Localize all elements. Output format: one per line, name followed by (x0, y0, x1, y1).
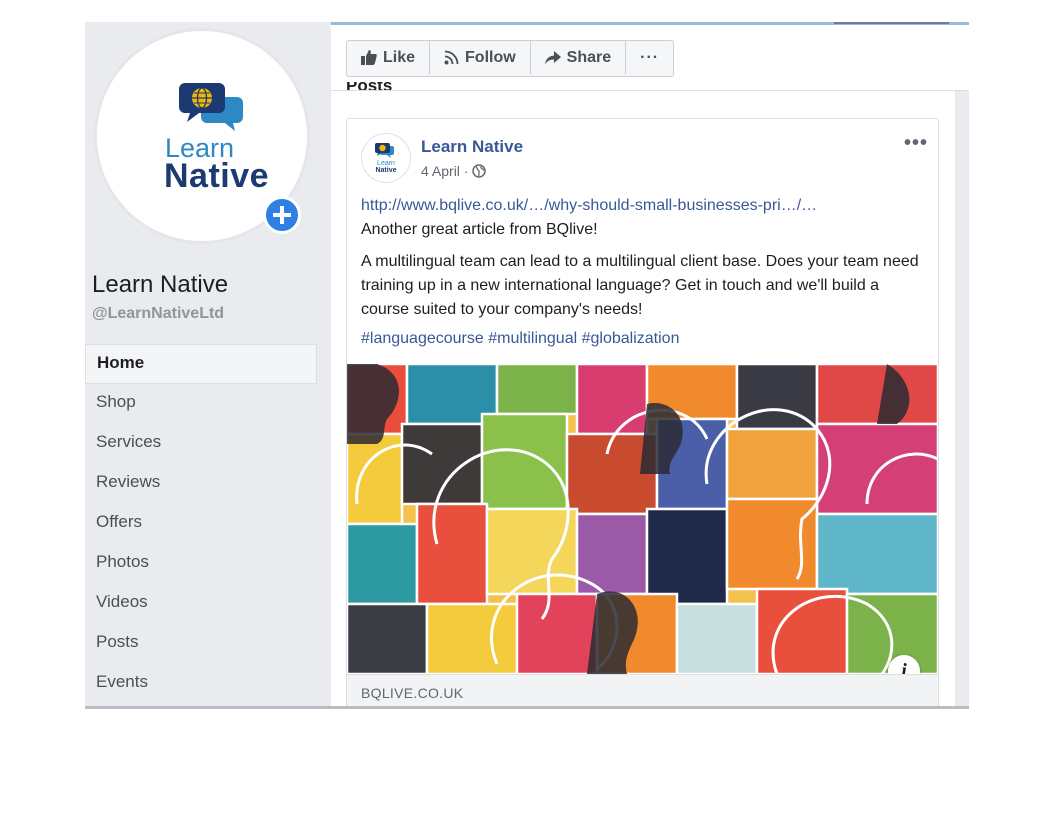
post-hashtags: #languagecourse #multilingual #globaliza… (361, 330, 679, 348)
more-options-button[interactable]: ··· (626, 41, 673, 74)
like-label: Like (383, 48, 416, 66)
page-title: Learn Native (92, 271, 229, 298)
share-arrow-icon (544, 50, 561, 64)
link-preview-footer[interactable]: BQLIVE.CO.UK (347, 674, 938, 706)
nav-item-posts[interactable]: Posts (85, 624, 317, 664)
chat-globe-logo-icon (179, 83, 243, 131)
logo-word-native: Native (164, 157, 270, 195)
page-username[interactable]: @LearnNativeLtd (92, 305, 224, 323)
avatar-logo-word-native: Native (375, 167, 397, 174)
follow-button[interactable]: Follow (430, 41, 531, 74)
nav-item-photos[interactable]: Photos (85, 544, 317, 584)
nav-item-reviews[interactable]: Reviews (85, 464, 317, 504)
thumbs-up-icon (361, 50, 377, 65)
hashtag-globalization[interactable]: #globalization (582, 330, 680, 347)
post-date[interactable]: 4 April · (421, 163, 468, 179)
cover-photo-edge-dark (834, 22, 949, 24)
post-author-name[interactable]: Learn Native (421, 137, 523, 157)
nav-item-services[interactable]: Services (85, 424, 317, 464)
hashtag-multilingual[interactable]: #multilingual (488, 330, 577, 347)
follow-label: Follow (465, 48, 516, 66)
share-button[interactable]: Share (531, 41, 627, 74)
post-options-button[interactable]: ••• (904, 133, 928, 153)
post-text-intro: Another great article from BQlive! (361, 221, 598, 238)
facebook-page-screenshot: Learn Native Learn Native @LearnNativeLt… (85, 22, 969, 709)
posts-section-heading: Posts (346, 82, 406, 102)
add-profile-photo-button[interactable] (263, 196, 301, 234)
post-article-link[interactable]: http://www.bqlive.co.uk/…/why-should-sma… (361, 197, 817, 215)
post-timestamp: 4 April · (421, 163, 487, 179)
post-card: Learn Native Learn Native 4 April · ••• … (346, 118, 939, 706)
hashtag-languagecourse[interactable]: #languagecourse (361, 330, 484, 347)
nav-item-offers[interactable]: Offers (85, 504, 317, 544)
nav-item-home[interactable]: Home (85, 344, 317, 384)
nav-item-events[interactable]: Events (85, 664, 317, 704)
multicolor-heads-illustration[interactable] (347, 364, 938, 674)
posts-heading-text: Posts (346, 82, 393, 95)
page-navigation: Home Shop Services Reviews Offers Photos… (85, 344, 317, 704)
left-column: Learn Native Learn Native @LearnNativeLt… (85, 22, 331, 706)
avatar-logo-word-learn: Learn (377, 160, 395, 167)
page-action-bar: Like Follow Share ··· (346, 40, 675, 77)
main-column: Like Follow Share ··· Posts Learn Native… (331, 22, 969, 706)
rss-icon (444, 50, 459, 65)
globe-icon (472, 164, 487, 178)
like-button[interactable]: Like (347, 41, 431, 74)
nav-item-videos[interactable]: Videos (85, 584, 317, 624)
chat-globe-logo-icon (375, 143, 394, 158)
action-bar-divider (331, 90, 969, 91)
nav-item-shop[interactable]: Shop (85, 384, 317, 424)
post-text-body: A multilingual team can lead to a multil… (361, 253, 919, 318)
post-author-avatar[interactable]: Learn Native (361, 133, 411, 183)
share-label: Share (566, 48, 612, 66)
link-preview-domain: BQLIVE.CO.UK (361, 685, 464, 701)
right-gutter (955, 91, 969, 706)
